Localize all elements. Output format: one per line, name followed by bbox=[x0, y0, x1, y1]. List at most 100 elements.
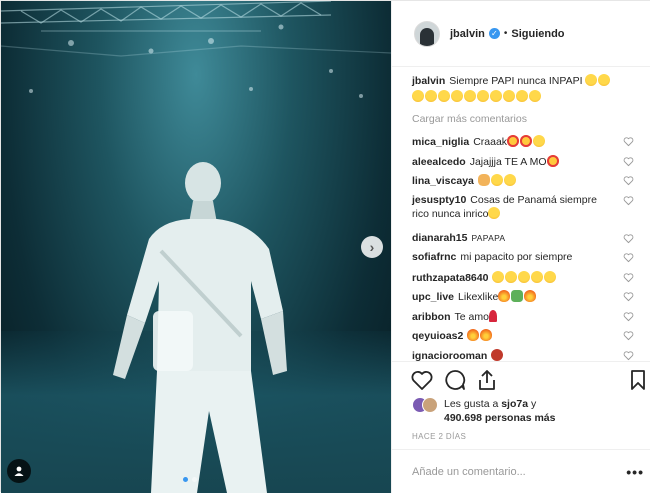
laugh-emoji-icon bbox=[477, 90, 489, 102]
comment-heart-icon[interactable] bbox=[623, 252, 634, 263]
comment-icon[interactable] bbox=[443, 368, 467, 392]
laugh-emoji-icon bbox=[505, 270, 518, 283]
comment-row: aribbon Te amo bbox=[412, 307, 634, 327]
laugh-emoji-icon bbox=[464, 90, 476, 102]
comment-username[interactable]: upc_live bbox=[412, 291, 454, 303]
comment-text: Te amo bbox=[454, 310, 489, 323]
comment-username[interactable]: jesuspty10 bbox=[412, 194, 466, 206]
comment-row: dianarah15 PAPAPA bbox=[412, 229, 634, 249]
comment-row: mica_niglia Craaak bbox=[412, 132, 634, 152]
caption-username[interactable]: jbalvin bbox=[412, 75, 445, 87]
caption-text: Siempre PAPI nunca INPAPI bbox=[449, 75, 583, 87]
fire-emoji-icon bbox=[498, 290, 511, 302]
comment-heart-icon[interactable] bbox=[623, 350, 634, 361]
laugh-emoji-icon bbox=[488, 206, 501, 219]
comment-body: sofiafrnc mi papacito por siempre bbox=[412, 251, 614, 264]
comment-username[interactable]: sofiafrnc bbox=[412, 251, 456, 263]
devil-emoji-icon bbox=[491, 348, 504, 361]
hearteye-emoji-icon bbox=[520, 135, 533, 147]
comment-text: Likexlike bbox=[458, 291, 499, 303]
liker-avatars[interactable] bbox=[412, 397, 438, 413]
comment-body: aleealcedo Jajajjja TE A MO bbox=[412, 154, 614, 169]
comment-body: mica_niglia Craaak bbox=[412, 135, 614, 149]
laugh-emoji-icon bbox=[451, 90, 463, 102]
comment-username[interactable]: aleealcedo bbox=[412, 156, 466, 168]
share-icon[interactable] bbox=[475, 368, 499, 392]
user-tag-icon[interactable] bbox=[7, 459, 31, 483]
comment-body: dianarah15 PAPAPA bbox=[412, 232, 614, 245]
comment-row: upc_live Likexlike bbox=[412, 287, 634, 307]
comment-username[interactable]: ruthzapata8640 bbox=[412, 272, 488, 284]
likes-count-link[interactable]: 490.698 personas más bbox=[444, 412, 556, 424]
comment-username[interactable]: ignaciorooman bbox=[412, 350, 487, 362]
comment-username[interactable]: mica_niglia bbox=[412, 136, 469, 148]
comment-text: PAPAPA bbox=[471, 232, 506, 243]
likes-prefix: Les gusta a bbox=[444, 398, 499, 410]
comment-body: lina_viscaya bbox=[412, 174, 614, 188]
comment-heart-icon[interactable] bbox=[623, 136, 634, 147]
comment-username[interactable]: qeyuioas2 bbox=[412, 330, 463, 342]
fire-emoji-icon bbox=[480, 329, 493, 341]
hand-emoji-icon bbox=[477, 174, 490, 186]
comment-body: aribbon Te amo bbox=[412, 309, 614, 324]
header-username[interactable]: jbalvin bbox=[450, 28, 485, 40]
comment-body: upc_live Likexlike bbox=[412, 290, 614, 304]
comment-username[interactable]: lina_viscaya bbox=[412, 175, 474, 187]
comment-row: lina_viscaya bbox=[412, 171, 634, 191]
post-side-panel: jbalvin ✓ • Siguiendo jbalvin Siempre PAP… bbox=[391, 1, 650, 493]
avatar[interactable] bbox=[422, 397, 438, 413]
avatar[interactable] bbox=[414, 20, 440, 47]
laugh-emoji-icon bbox=[518, 270, 531, 283]
bookmark-icon[interactable] bbox=[626, 368, 650, 392]
laugh-emoji-icon bbox=[533, 135, 546, 147]
laugh-emoji-icon bbox=[492, 270, 505, 283]
comment-input[interactable] bbox=[412, 465, 612, 478]
carousel-dot bbox=[192, 477, 197, 482]
comment-heart-icon[interactable] bbox=[623, 291, 634, 302]
post-timestamp[interactable]: HACE 2 DÍAS bbox=[412, 432, 466, 441]
laugh-emoji-icon bbox=[544, 270, 557, 283]
comment-heart-icon[interactable] bbox=[623, 330, 634, 341]
comment-row: aleealcedo Jajajjja TE A MO bbox=[412, 152, 634, 172]
laugh-emoji-icon bbox=[531, 270, 544, 283]
next-arrow-icon[interactable]: › bbox=[361, 236, 383, 258]
load-more-comments-link[interactable]: Cargar más comentarios bbox=[412, 113, 527, 125]
carousel-dots bbox=[183, 477, 197, 482]
comment-heart-icon[interactable] bbox=[623, 175, 634, 186]
heart-icon[interactable] bbox=[410, 368, 434, 392]
laugh-emoji-icon bbox=[438, 90, 450, 102]
following-button[interactable]: Siguiendo bbox=[511, 28, 564, 40]
more-icon[interactable]: ••• bbox=[626, 464, 644, 480]
post-caption: jbalvin Siempre PAPI nunca INPAPI bbox=[412, 73, 640, 105]
laugh-emoji-icon bbox=[412, 90, 424, 102]
comment-list: mica_niglia Craaak aleealcedo Jajajjja TE A… bbox=[412, 132, 634, 365]
laugh-emoji-icon bbox=[529, 90, 541, 102]
laugh-emoji-icon bbox=[425, 90, 437, 102]
laugh-emoji-icon bbox=[490, 174, 503, 186]
comment-heart-icon[interactable] bbox=[623, 233, 634, 244]
hearteye-emoji-icon bbox=[507, 135, 520, 147]
comment-heart-icon[interactable] bbox=[623, 156, 634, 167]
instagram-post-modal: › jbalvin ✓ • Siguiendo jbalvin Siempre P… bbox=[0, 0, 650, 493]
likes-text: Les gusta a sjo7a y 490.698 personas más bbox=[444, 397, 556, 425]
comment-text: Craaak bbox=[473, 136, 508, 148]
comment-body: qeyuioas2 bbox=[412, 329, 614, 343]
add-comment-bar: ••• bbox=[392, 449, 650, 493]
comment-row: ruthzapata8640 bbox=[412, 268, 634, 288]
hearteye-emoji-icon bbox=[546, 154, 559, 167]
comment-heart-icon[interactable] bbox=[623, 311, 634, 322]
comment-username[interactable]: dianarah15 bbox=[412, 232, 467, 244]
performer-figure bbox=[113, 162, 287, 493]
fire-emoji-icon bbox=[467, 329, 480, 341]
comment-body: jesuspty10 Cosas de Panamá siempre rico n… bbox=[412, 194, 614, 221]
comment-body: ruthzapata8640 bbox=[412, 270, 614, 285]
comment-row: jesuspty10 Cosas de Panamá siempre rico n… bbox=[412, 191, 634, 229]
stage-truss bbox=[1, 1, 391, 98]
comment-username[interactable]: aribbon bbox=[412, 311, 451, 323]
comment-text: Jajajjja TE A MO bbox=[469, 155, 547, 168]
post-photo[interactable]: › bbox=[1, 1, 391, 493]
liker-username[interactable]: sjo7a bbox=[501, 398, 528, 410]
laugh-emoji-icon bbox=[516, 90, 528, 102]
comment-heart-icon[interactable] bbox=[623, 272, 634, 283]
comment-heart-icon[interactable] bbox=[623, 195, 634, 206]
